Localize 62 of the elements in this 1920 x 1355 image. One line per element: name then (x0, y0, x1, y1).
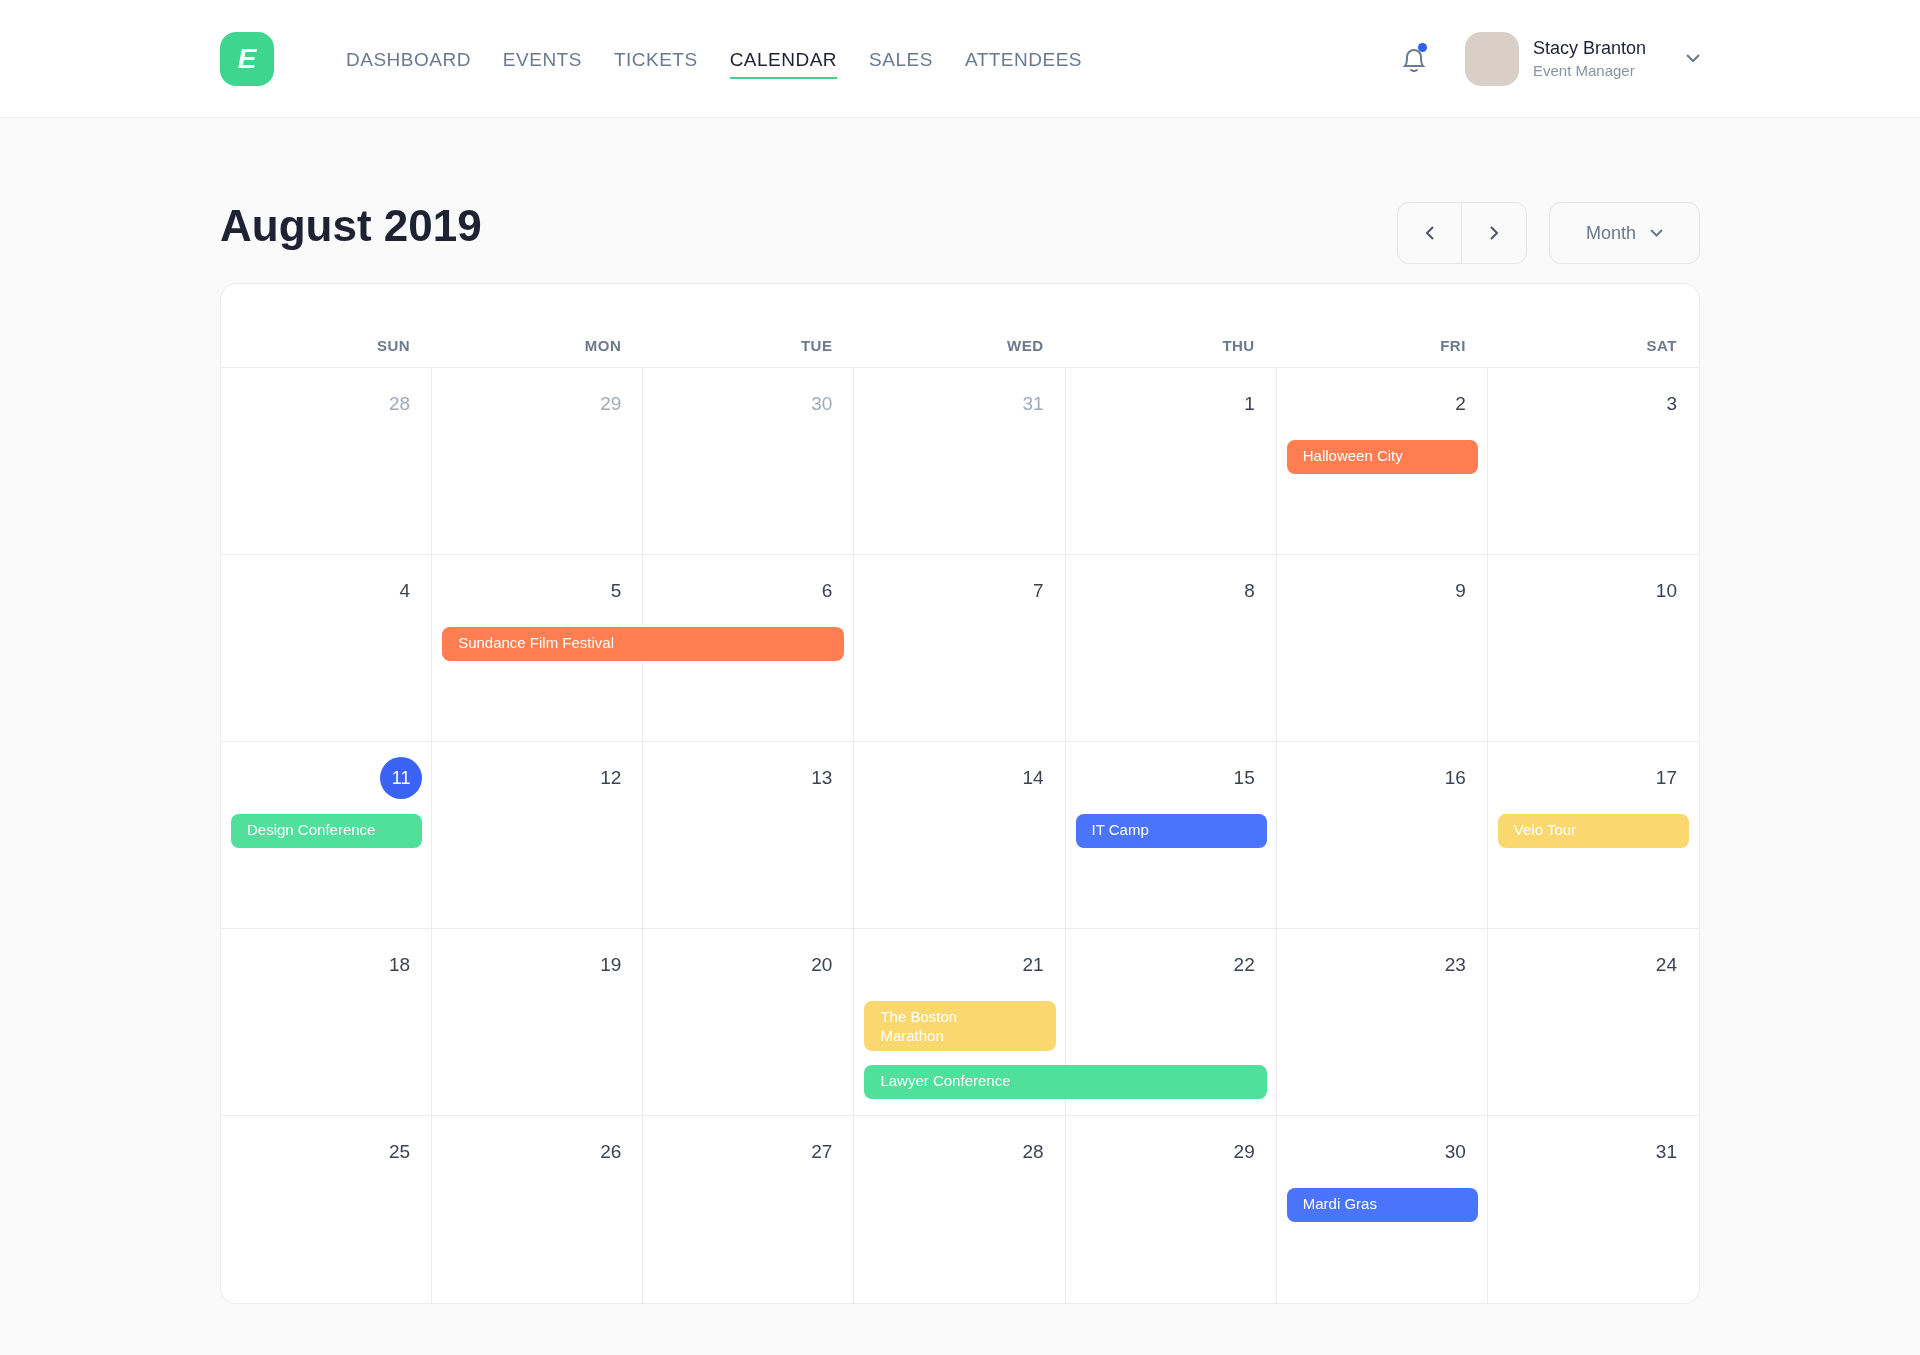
day-number: 28 (389, 391, 411, 416)
day-number: 30 (1444, 1139, 1466, 1164)
avatar-placeholder[interactable] (1464, 31, 1519, 86)
chevron-down-icon[interactable] (1686, 54, 1700, 63)
day-number: 15 (1233, 765, 1255, 790)
weekday-label: FRI (1440, 335, 1466, 356)
day-number: 31 (1022, 391, 1044, 416)
weekday-label: MON (584, 335, 622, 356)
weekday-label: TUE (800, 335, 833, 356)
day-number: 7 (1033, 578, 1044, 603)
day-number: 12 (600, 765, 622, 790)
nav-tab[interactable]: CALENDAR (729, 44, 838, 79)
nav-tab[interactable]: ATTENDEES (964, 44, 1082, 79)
day-number: 8 (1244, 578, 1255, 603)
chevron-down-icon (1650, 229, 1663, 237)
chevron-left-icon (1425, 226, 1434, 240)
day-number: 11 (380, 757, 423, 799)
day-number: 4 (399, 578, 411, 603)
day-number: 31 (1655, 1139, 1677, 1164)
day-number: 18 (389, 952, 411, 977)
event-pill[interactable]: Sundance Film Festival (442, 627, 845, 661)
weekday-label: WED (1007, 335, 1044, 356)
event-pill[interactable]: Mardi Gras (1286, 1188, 1478, 1222)
day-number: 29 (600, 391, 622, 416)
user-name: Stacy Branton (1532, 36, 1646, 60)
user-role: Event Manager (1532, 60, 1636, 81)
day-number: 1 (1244, 391, 1255, 416)
event-pill[interactable]: Halloween City (1286, 440, 1478, 474)
day-number: 9 (1455, 578, 1466, 603)
day-number: 24 (1655, 952, 1677, 977)
day-number: 6 (821, 578, 833, 603)
day-number: 5 (610, 578, 622, 603)
month-title: August 2019 (220, 200, 482, 252)
day-number: 2 (1455, 391, 1466, 416)
day-number: 14 (1022, 765, 1044, 790)
day-number: 23 (1444, 952, 1466, 977)
day-number: 29 (1233, 1139, 1255, 1164)
day-number: 20 (811, 952, 833, 977)
nav-tab[interactable]: TICKETS (613, 44, 698, 79)
day-number: 17 (1655, 765, 1677, 790)
day-number: 21 (1022, 952, 1044, 977)
view-dropdown[interactable]: Month (1549, 202, 1700, 264)
nav-tab[interactable]: DASHBOARD (346, 44, 471, 79)
day-number: 19 (600, 952, 622, 977)
day-number: 25 (389, 1139, 411, 1164)
weekday-label: SAT (1646, 335, 1677, 356)
day-number: 30 (811, 391, 833, 416)
day-number: 16 (1444, 765, 1466, 790)
nav-tab[interactable]: EVENTS (502, 44, 582, 79)
event-pill[interactable]: IT Camp (1075, 814, 1267, 848)
day-number: 13 (811, 765, 833, 790)
notification-bell-icon[interactable] (1400, 43, 1427, 74)
day-number: 10 (1655, 578, 1677, 603)
nav-tab[interactable]: SALES (869, 44, 933, 79)
chevron-right-icon (1489, 226, 1499, 240)
day-number: 26 (600, 1139, 622, 1164)
weekday-label: SUN (376, 335, 411, 356)
day-number: 28 (1022, 1139, 1044, 1164)
day-number: 22 (1233, 952, 1255, 977)
day-number: 27 (811, 1139, 833, 1164)
weekday-label: THU (1222, 335, 1255, 356)
day-number: 3 (1666, 391, 1677, 416)
